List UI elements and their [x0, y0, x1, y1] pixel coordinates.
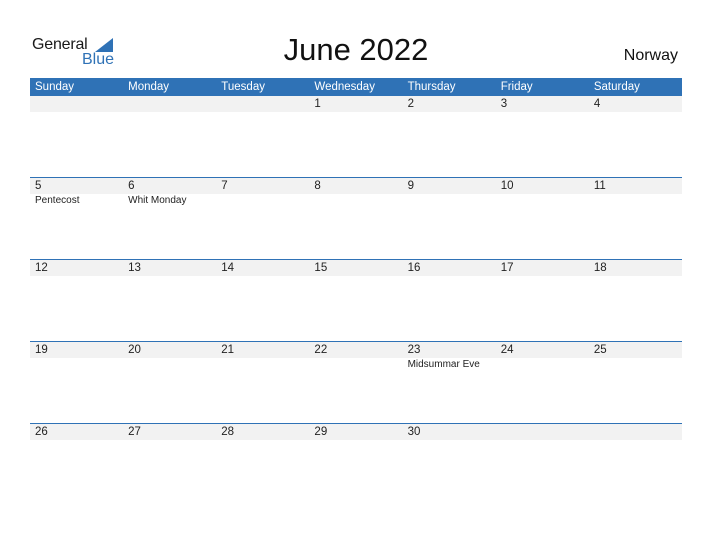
day-number: [496, 424, 589, 440]
weekday-saturday: Saturday: [593, 81, 640, 93]
weekday-friday: Friday: [500, 81, 533, 93]
day-number: 19: [35, 344, 48, 356]
day-number: 4: [593, 98, 601, 110]
day-number: 8: [314, 180, 321, 192]
day-number: 26: [35, 426, 48, 438]
holiday-label: Midsummar Eve: [407, 359, 480, 370]
day-number: [589, 424, 682, 440]
day-number: 15: [314, 262, 328, 274]
day-number: 25: [593, 344, 607, 356]
country-label: Norway: [623, 47, 678, 64]
week-row: 5 6 7 8 9 10 11 Pentecost Whit Monday: [30, 177, 682, 259]
day-number: 11: [593, 180, 606, 192]
day-number: 24: [500, 344, 514, 356]
day-number-row: 5 6 7 8 9 10 11: [30, 178, 682, 194]
holiday-label: [309, 194, 402, 208]
day-number: 30: [407, 426, 421, 438]
event-row: Pentecost Whit Monday: [30, 194, 682, 208]
holiday-label: [123, 358, 216, 372]
holiday-label: [216, 358, 309, 372]
page-title: June 2022: [283, 32, 429, 67]
day-number: 3: [500, 98, 508, 110]
week-row: 12 13 14 15 16 17 18: [30, 259, 682, 341]
day-number: 6: [128, 180, 135, 192]
day-number: 12: [35, 262, 48, 274]
day-number: 23: [407, 344, 421, 356]
day-number: 22: [314, 344, 328, 356]
day-number: 9: [407, 180, 414, 192]
weekday-sunday: Sunday: [35, 81, 75, 93]
weekday-thursday: Thursday: [407, 81, 456, 93]
day-number: 17: [500, 262, 514, 274]
day-number: 21: [221, 344, 235, 356]
week-row: 1 2 3 4: [30, 96, 682, 177]
day-number-row: 19 20 21 22 23 24 25: [30, 342, 682, 358]
day-number: 5: [35, 180, 42, 192]
day-number: 29: [314, 426, 328, 438]
week-row: 19 20 21 22 23 24 25 Midsummar Eve: [30, 341, 682, 423]
day-number: 10: [500, 180, 514, 192]
holiday-label: Whit Monday: [128, 195, 187, 206]
day-number: [30, 96, 123, 112]
day-number: 16: [407, 262, 421, 274]
holiday-label: [496, 194, 589, 208]
holiday-label: [309, 358, 402, 372]
weekday-header: Sunday Monday Tuesday Wednesday Thursday…: [30, 78, 682, 96]
holiday-label: [589, 194, 682, 208]
holiday-label: [496, 358, 589, 372]
day-number: [123, 96, 216, 112]
day-number: [216, 96, 309, 112]
day-number: 14: [221, 262, 235, 274]
holiday-label: [403, 194, 496, 208]
day-number: 2: [407, 98, 414, 110]
week-row: 26 27 28 29 30: [30, 423, 682, 505]
event-row: Midsummar Eve: [30, 358, 682, 372]
calendar-grid: Sunday Monday Tuesday Wednesday Thursday…: [30, 78, 682, 505]
day-number: 13: [128, 262, 141, 274]
holiday-label: [216, 194, 309, 208]
holiday-label: Pentecost: [35, 195, 80, 206]
holiday-label: [589, 358, 682, 372]
weekday-monday: Monday: [128, 81, 170, 93]
weekday-tuesday: Tuesday: [221, 81, 265, 93]
day-number: 20: [128, 344, 141, 356]
day-number: 27: [128, 426, 141, 438]
day-number: 7: [221, 180, 228, 192]
day-number: 18: [593, 262, 607, 274]
day-number: 1: [314, 98, 321, 110]
day-number: 28: [221, 426, 235, 438]
day-number-row: 26 27 28 29 30: [30, 424, 682, 440]
weekday-wednesday: Wednesday: [314, 81, 375, 93]
holiday-label: [30, 358, 123, 372]
day-number-row: 1 2 3 4: [30, 96, 682, 112]
day-number-row: 12 13 14 15 16 17 18: [30, 260, 682, 276]
